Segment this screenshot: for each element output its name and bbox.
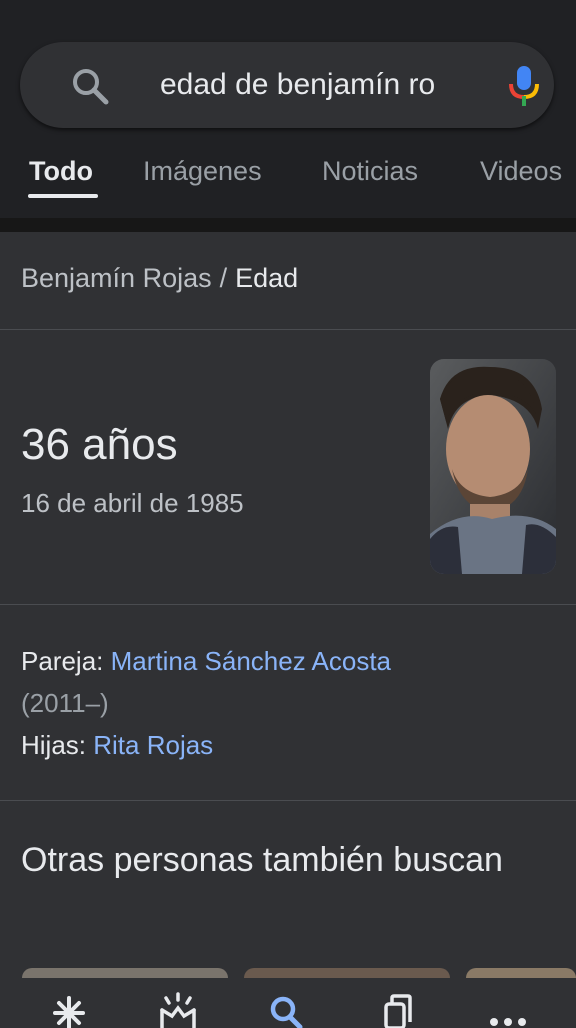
- daughters-label: Hijas:: [21, 730, 87, 760]
- search-header: Todo Imágenes Noticias Videos: [0, 0, 576, 218]
- daughters-fact: Hijas: Rita Rojas: [21, 724, 551, 766]
- related-people-heading: Otras personas también buscan: [21, 841, 503, 879]
- more-icon[interactable]: [486, 992, 530, 1028]
- divider: [0, 800, 576, 801]
- tab-videos[interactable]: Videos: [480, 156, 562, 187]
- search-icon[interactable]: [264, 992, 308, 1028]
- tabs-icon[interactable]: [376, 992, 420, 1028]
- tab-todo[interactable]: Todo: [29, 156, 93, 187]
- divider: [0, 604, 576, 605]
- active-tab-indicator: [28, 194, 98, 198]
- age-answer: 36 años: [21, 420, 178, 469]
- breadcrumb-parent[interactable]: Benjamín Rojas: [21, 263, 212, 293]
- person-photo[interactable]: [430, 359, 556, 574]
- search-icon[interactable]: [70, 66, 110, 106]
- partner-years: (2011–): [21, 688, 109, 718]
- snapshot-icon[interactable]: [156, 992, 200, 1028]
- bottom-navigation: [0, 978, 576, 1028]
- partner-label: Pareja:: [21, 646, 104, 676]
- birth-date: 16 de abril de 1985: [21, 488, 244, 518]
- search-tabs: Todo Imágenes Noticias Videos: [0, 150, 576, 210]
- tab-imagenes[interactable]: Imágenes: [143, 156, 262, 187]
- header-divider: [0, 218, 576, 232]
- breadcrumb: Benjamín Rojas / Edad: [21, 263, 298, 294]
- person-photo-image: [430, 359, 556, 574]
- partner-fact: Pareja: Martina Sánchez Acosta: [21, 640, 551, 682]
- microphone-icon[interactable]: [504, 64, 544, 108]
- breadcrumb-separator: /: [219, 263, 228, 293]
- breadcrumb-current: Edad: [235, 263, 299, 293]
- knowledge-facts: Pareja: Martina Sánchez Acosta (2011–) H…: [21, 640, 551, 766]
- partner-link[interactable]: Martina Sánchez Acosta: [111, 646, 391, 676]
- divider: [0, 329, 576, 330]
- search-bar[interactable]: [20, 42, 554, 128]
- tab-noticias[interactable]: Noticias: [322, 156, 418, 187]
- search-input[interactable]: [160, 64, 466, 106]
- discover-icon[interactable]: [47, 992, 91, 1028]
- daughter-link[interactable]: Rita Rojas: [93, 730, 213, 760]
- related-people-carousel: [0, 968, 576, 980]
